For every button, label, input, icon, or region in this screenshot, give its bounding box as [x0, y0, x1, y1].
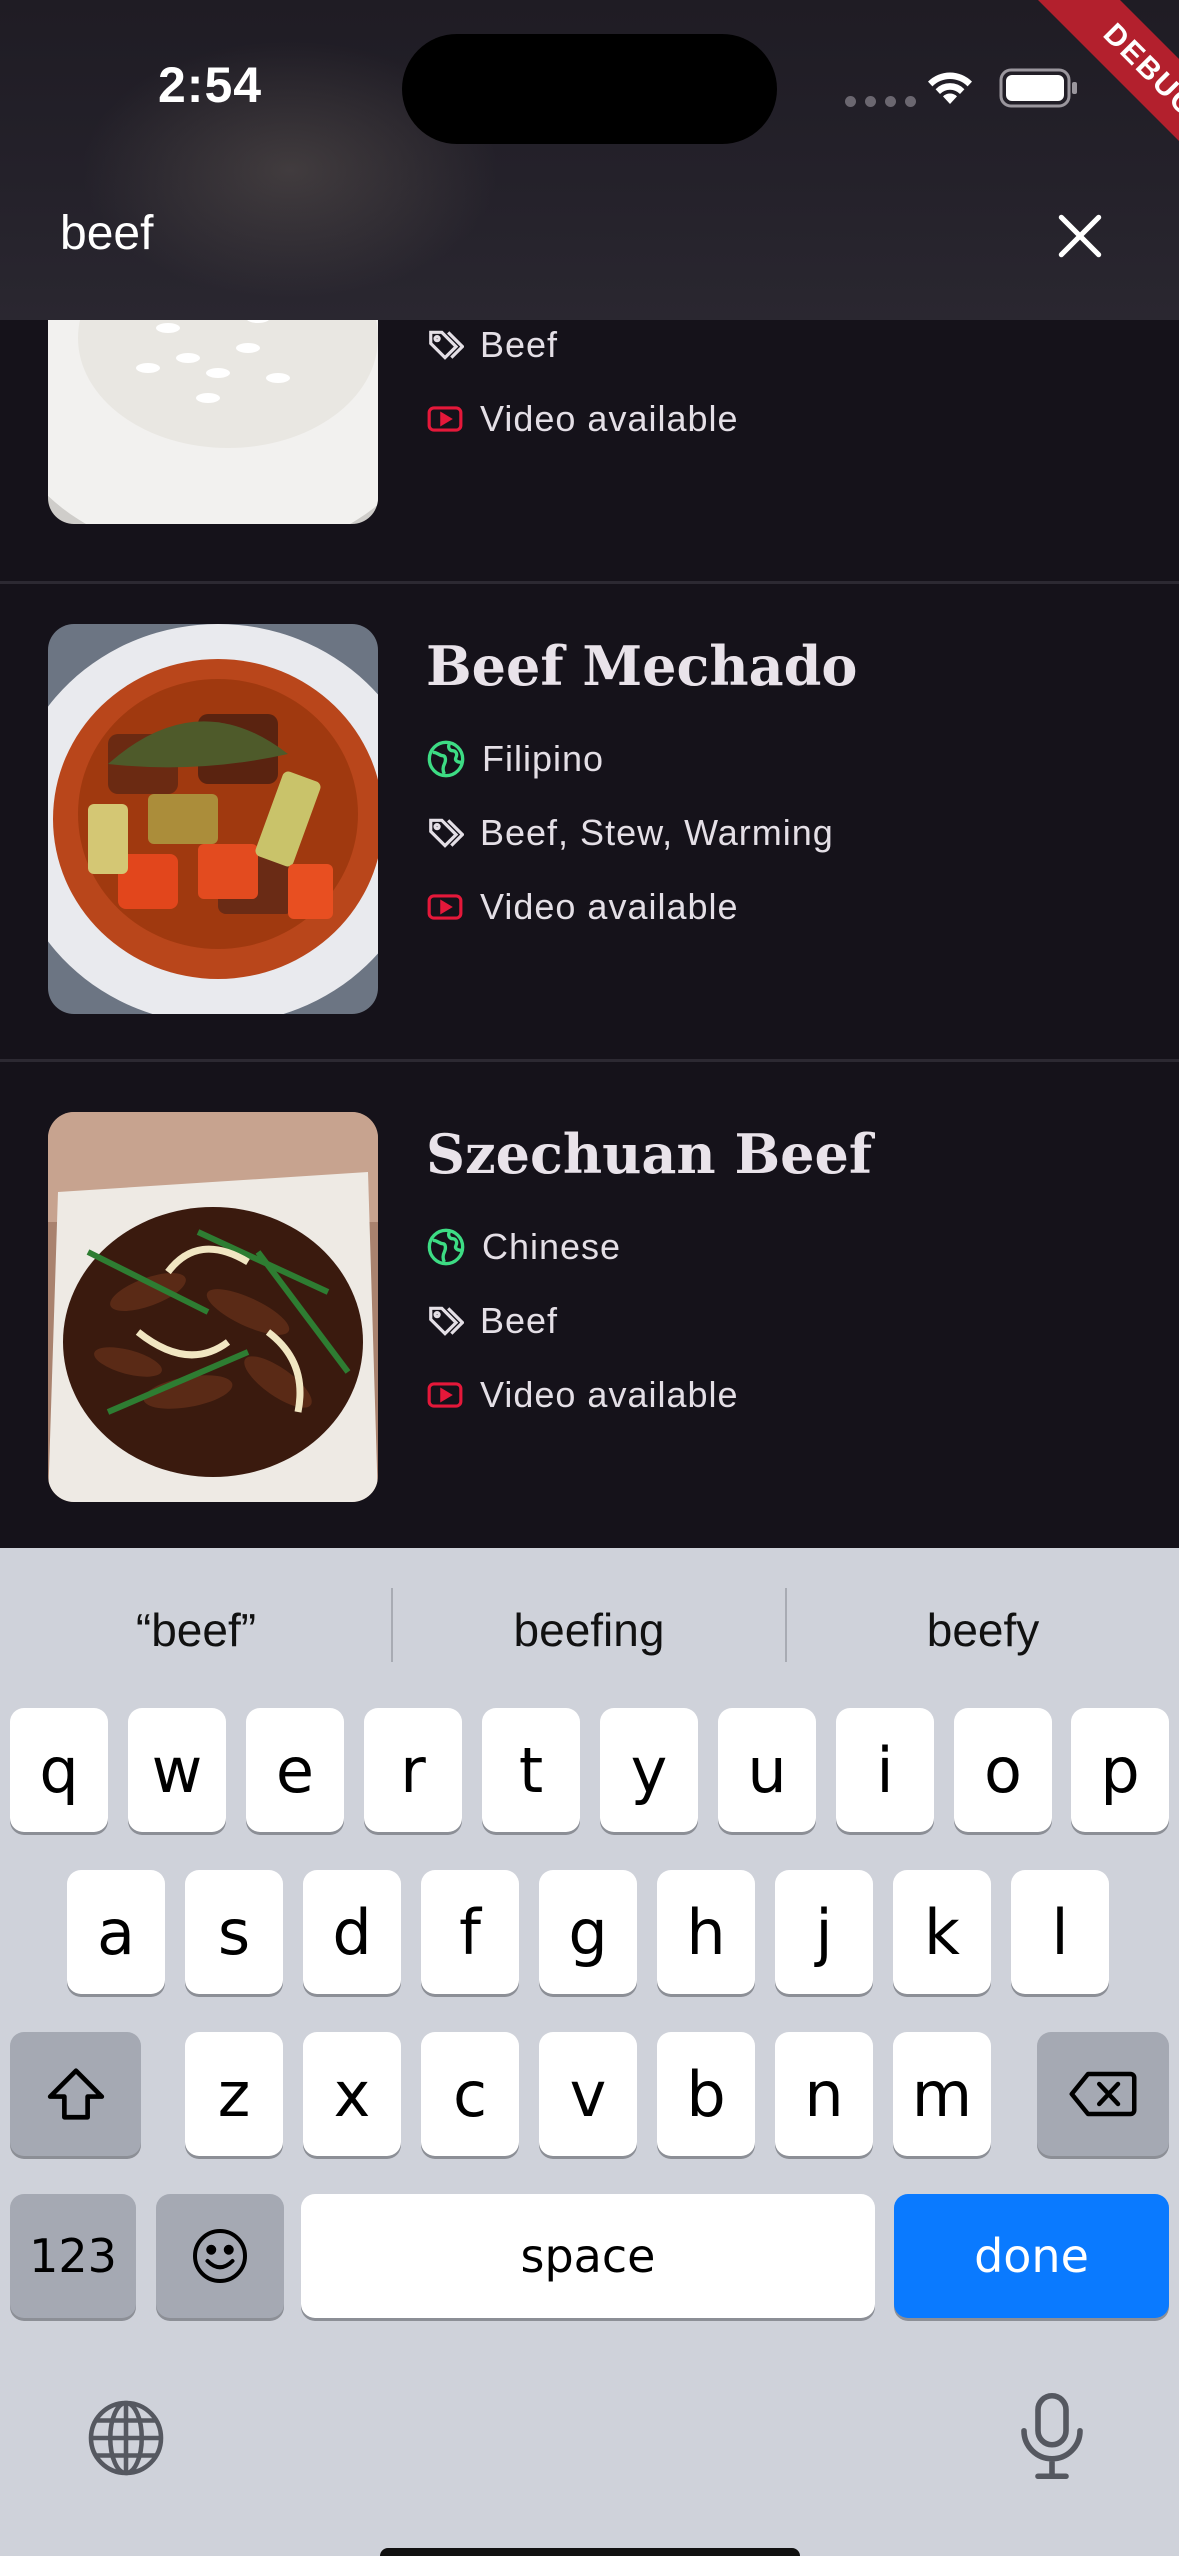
key-i[interactable]: i [836, 1708, 934, 1832]
shift-key[interactable] [10, 2032, 141, 2156]
key-o[interactable]: o [954, 1708, 1052, 1832]
recipe-thumbnail [48, 624, 378, 1014]
tag-icon [429, 818, 464, 848]
wifi-icon [928, 72, 972, 104]
home-indicator [380, 2548, 800, 2556]
recipe-tags: Beef, Stew, Warming [426, 812, 834, 854]
recipe-video: Video available [426, 886, 739, 928]
suggestion-2[interactable]: beefy [787, 1570, 1179, 1690]
recipe-row[interactable]: Szechuan Beef Chinese Beef Video availab… [0, 1062, 1179, 1548]
key-r[interactable]: r [364, 1708, 462, 1832]
key-d[interactable]: d [303, 1870, 401, 1994]
recipe-video: Video available [426, 398, 739, 440]
key-v[interactable]: v [539, 2032, 637, 2156]
debug-banner: DEBUG [995, 0, 1179, 226]
search-input[interactable]: beef [60, 206, 153, 261]
key-u[interactable]: u [718, 1708, 816, 1832]
emoji-icon [193, 2229, 247, 2283]
suggestion-0[interactable]: “beef” [0, 1570, 392, 1690]
key-y[interactable]: y [600, 1708, 698, 1832]
key-a[interactable]: a [67, 1870, 165, 1994]
tag-icon [429, 330, 464, 360]
space-key[interactable]: space [301, 2194, 875, 2318]
play-video-icon [427, 1382, 463, 1408]
recipe-title: Szechuan Beef [426, 1122, 873, 1186]
recipe-title: Beef Mechado [426, 634, 858, 698]
key-e[interactable]: e [246, 1708, 344, 1832]
recipe-tags: Beef [426, 1300, 558, 1342]
tag-icon [429, 1306, 464, 1336]
backspace-icon [1069, 2071, 1137, 2117]
key-k[interactable]: k [893, 1870, 991, 1994]
key-c[interactable]: c [421, 2032, 519, 2156]
key-f[interactable]: f [421, 1870, 519, 1994]
key-b[interactable]: b [657, 2032, 755, 2156]
key-x[interactable]: x [303, 2032, 401, 2156]
done-key[interactable]: done [894, 2194, 1169, 2318]
recipe-area: Filipino [426, 738, 604, 780]
globe-icon [427, 1228, 465, 1266]
recipe-tags: Beef [426, 324, 558, 366]
close-search-button[interactable] [1052, 208, 1108, 264]
key-h[interactable]: h [657, 1870, 755, 1994]
search-header: 2:54 DEBUG beef [0, 0, 1179, 320]
dynamic-island [402, 34, 777, 144]
recipe-thumbnail [48, 1112, 378, 1502]
status-time: 2:54 [158, 57, 263, 113]
globe-keyboard-icon[interactable] [84, 2396, 168, 2480]
recipe-area: Chinese [426, 1226, 621, 1268]
emoji-key[interactable] [156, 2194, 284, 2318]
key-w[interactable]: w [128, 1708, 226, 1832]
backspace-key[interactable] [1037, 2032, 1169, 2156]
globe-icon [427, 740, 465, 778]
key-n[interactable]: n [775, 2032, 873, 2156]
suggestion-1[interactable]: beefing [393, 1570, 785, 1690]
key-g[interactable]: g [539, 1870, 637, 1994]
microphone-icon[interactable] [1010, 2390, 1094, 2482]
key-j[interactable]: j [775, 1870, 873, 1994]
recipe-video: Video available [426, 1374, 739, 1416]
key-m[interactable]: m [893, 2032, 991, 2156]
key-q[interactable]: q [10, 1708, 108, 1832]
key-p[interactable]: p [1071, 1708, 1169, 1832]
onscreen-keyboard: “beef” beefing beefy q w e r t y u i o p… [0, 1548, 1179, 2556]
battery-icon [999, 68, 1077, 108]
key-t[interactable]: t [482, 1708, 580, 1832]
cellular-signal-icon [845, 96, 916, 107]
key-l[interactable]: l [1011, 1870, 1109, 1994]
play-video-icon [427, 894, 463, 920]
shift-icon [47, 2068, 104, 2120]
recipe-row[interactable]: Beef Mechado Filipino Beef, Stew, Warmin… [0, 574, 1179, 1062]
play-video-icon [427, 406, 463, 432]
key-s[interactable]: s [185, 1870, 283, 1994]
key-z[interactable]: z [185, 2032, 283, 2156]
numbers-key[interactable]: 123 [10, 2194, 136, 2318]
